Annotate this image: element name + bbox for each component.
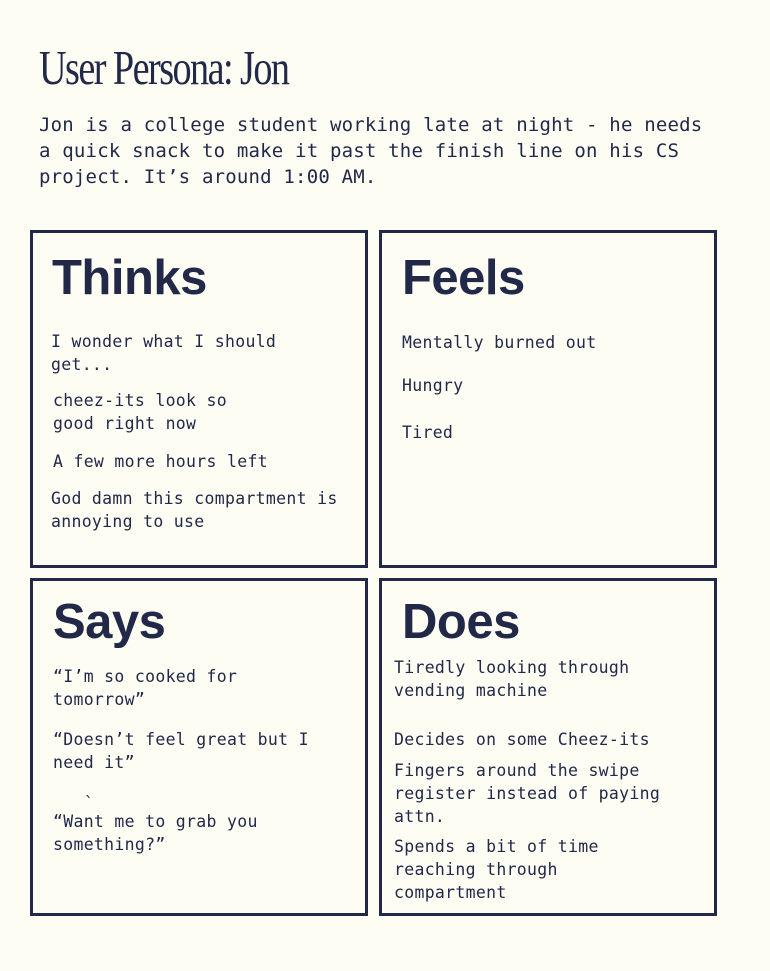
says-quadrant: Says “I’m so cooked for tomorrow” “Doesn… xyxy=(30,578,368,916)
feels-item: Tired xyxy=(402,423,454,442)
feels-quadrant: Feels Mentally burned out Hungry Tired xyxy=(379,230,717,568)
feels-heading: Feels xyxy=(402,251,525,305)
stray-mark: ` xyxy=(84,793,94,812)
says-item: “Want me to grab you something?” xyxy=(53,812,258,854)
does-item: Decides on some Cheez-its xyxy=(394,730,650,749)
thinks-item: I wonder what I should get... xyxy=(51,332,277,374)
thinks-item: God damn this compartment is annoying to… xyxy=(51,489,338,531)
does-item: Tiredly looking through vending machine xyxy=(394,658,630,700)
does-item: Spends a bit of time reaching through co… xyxy=(394,837,599,902)
thinks-quadrant: Thinks I wonder what I should get... che… xyxy=(30,230,368,568)
page-title: User Persona: Jon xyxy=(39,40,290,95)
says-heading: Says xyxy=(53,595,166,649)
thinks-item: cheez-its look so good right now xyxy=(53,391,227,433)
does-quadrant: Does Tiredly looking through vending mac… xyxy=(379,578,717,916)
persona-description: Jon is a college student working late at… xyxy=(39,114,703,188)
does-item: Fingers around the swipe register instea… xyxy=(394,761,661,826)
feels-item: Hungry xyxy=(402,376,464,395)
feels-item: Mentally burned out xyxy=(402,333,597,352)
thinks-heading: Thinks xyxy=(52,251,207,305)
says-item: “Doesn’t feel great but I need it” xyxy=(53,730,309,772)
does-heading: Does xyxy=(402,595,520,649)
thinks-item: A few more hours left xyxy=(53,452,268,471)
says-item: “I’m so cooked for tomorrow” xyxy=(53,667,238,709)
